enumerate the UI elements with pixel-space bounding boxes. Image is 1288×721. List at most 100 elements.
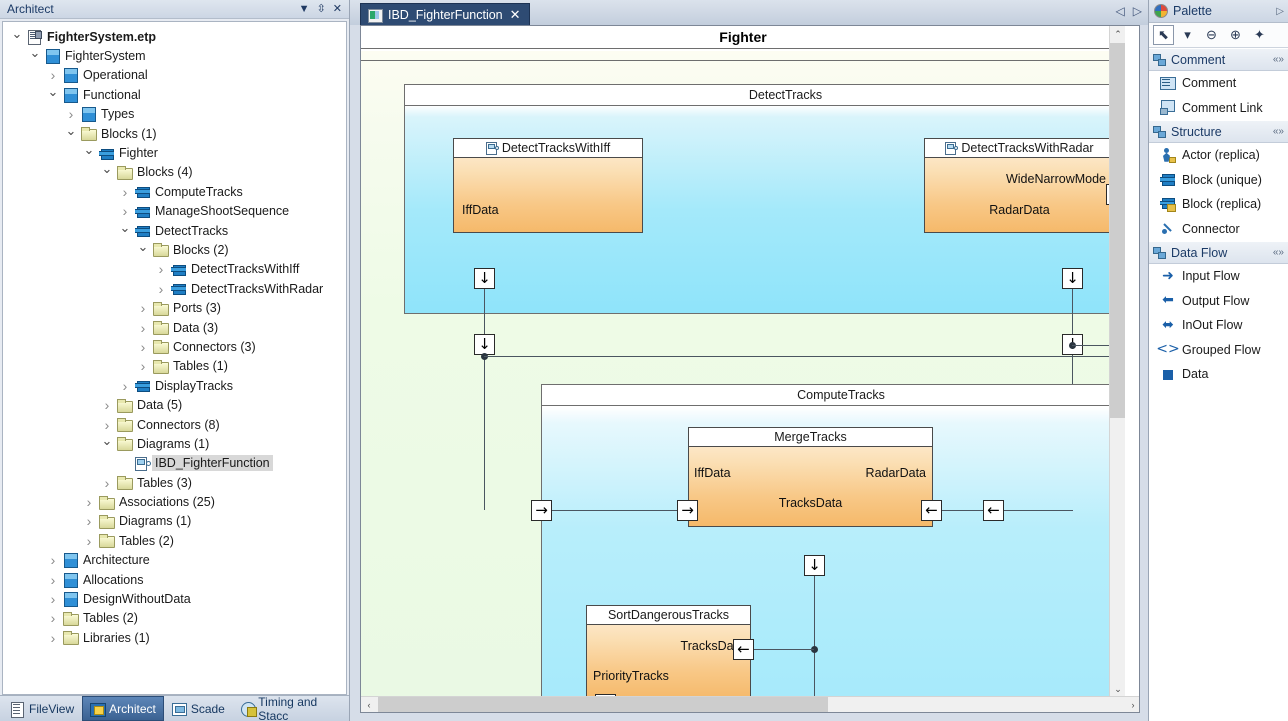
tree-expander-closed-icon[interactable] xyxy=(81,533,97,549)
tab-nav-right-icon[interactable]: ▷ xyxy=(1133,4,1142,18)
tree-item-diagrams-1[interactable]: Diagrams (1) xyxy=(3,512,346,531)
view-tab-scade[interactable]: Scade xyxy=(164,696,233,721)
tree-expander-closed-icon[interactable] xyxy=(117,378,133,394)
palette-item-comment[interactable]: Comment xyxy=(1149,71,1288,96)
tree-expander-closed-icon[interactable] xyxy=(135,339,151,355)
tree-expander-closed-icon[interactable] xyxy=(135,358,151,374)
palette-item-connector[interactable]: Connector xyxy=(1149,217,1288,242)
tree-item-tables-3[interactable]: Tables (3) xyxy=(3,473,346,492)
tree-expander-closed-icon[interactable] xyxy=(117,184,133,200)
tree-expander-open-icon[interactable] xyxy=(81,145,97,161)
palette-section-structure[interactable]: Structure«» xyxy=(1149,120,1288,143)
tree-item-detecttrackswithradar[interactable]: DetectTracksWithRadar xyxy=(3,279,346,298)
tree-expander-open-icon[interactable] xyxy=(45,87,61,103)
port-mergetracks-tracksdata-out[interactable]: ↓ xyxy=(804,555,825,576)
tree-item-tables-2[interactable]: Tables (2) xyxy=(3,609,346,628)
zoom-out-icon[interactable]: ⊖ xyxy=(1201,25,1222,45)
tree-item-manageshootsequence[interactable]: ManageShootSequence xyxy=(3,202,346,221)
tree-expander-closed-icon[interactable] xyxy=(45,591,61,607)
tree-expander-closed-icon[interactable] xyxy=(45,610,61,626)
container-detecttracks[interactable]: DetectTracks DetectTracksWithIff IffData xyxy=(404,84,1125,314)
tree-item-architecture[interactable]: Architecture xyxy=(3,551,346,570)
port-detecttracks-iff-out[interactable]: ↓ xyxy=(474,334,495,355)
tree-expander-closed-icon[interactable] xyxy=(135,300,151,316)
tree-item-allocations[interactable]: Allocations xyxy=(3,570,346,589)
tree-expander-closed-icon[interactable] xyxy=(63,106,79,122)
tree-item-data-5[interactable]: Data (5) xyxy=(3,395,346,414)
view-tab-architect[interactable]: Architect xyxy=(82,696,164,721)
horizontal-scroll-thumb[interactable] xyxy=(378,697,828,712)
port-mergetracks-radardata-in[interactable]: ← xyxy=(921,500,942,521)
scroll-left-icon[interactable]: ‹ xyxy=(361,697,377,712)
panel-close-icon[interactable]: ✕ xyxy=(333,4,342,15)
tree-expander-open-icon[interactable] xyxy=(135,242,151,258)
tree-item-detecttracks[interactable]: DetectTracks xyxy=(3,221,346,240)
port-iffdata-out[interactable]: ↓ xyxy=(474,268,495,289)
tree-item-connectors-3[interactable]: Connectors (3) xyxy=(3,337,346,356)
tree-expander-closed-icon[interactable] xyxy=(45,572,61,588)
tree-item-tables-1[interactable]: Tables (1) xyxy=(3,357,346,376)
canvas-vertical-scrollbar[interactable]: ⌃ ⌄ xyxy=(1109,26,1125,698)
collapse-icon[interactable]: «» xyxy=(1273,126,1284,137)
block-detecttrackswithiff[interactable]: DetectTracksWithIff IffData xyxy=(453,138,643,233)
palette-item-block-unique[interactable]: Block (unique) xyxy=(1149,168,1288,193)
tree-item-fighter[interactable]: Fighter xyxy=(3,143,346,162)
tree-item-blocks-1[interactable]: Blocks (1) xyxy=(3,124,346,143)
tab-nav-left-icon[interactable]: ◁ xyxy=(1116,4,1125,18)
palette-item-data[interactable]: Data xyxy=(1149,362,1288,387)
tree-item-diagrams-1[interactable]: Diagrams (1) xyxy=(3,434,346,453)
tree-expander-closed-icon[interactable] xyxy=(153,261,169,277)
tree-expander-closed-icon[interactable] xyxy=(99,475,115,491)
collapse-icon[interactable]: «» xyxy=(1273,54,1284,65)
tree-expander-open-icon[interactable] xyxy=(99,436,115,452)
tree-item-displaytracks[interactable]: DisplayTracks xyxy=(3,376,346,395)
palette-collapse-icon[interactable]: ▷ xyxy=(1276,6,1284,17)
vertical-scroll-thumb[interactable] xyxy=(1110,43,1125,418)
tree-item-fightersystem[interactable]: FighterSystem xyxy=(3,46,346,65)
tree-item-detecttrackswithiff[interactable]: DetectTracksWithIff xyxy=(3,260,346,279)
tree-item-fightersystem-etp[interactable]: FighterSystem.etp xyxy=(3,27,346,46)
tree-item-blocks-4[interactable]: Blocks (4) xyxy=(3,163,346,182)
tree-item-ibd-fighterfunction[interactable]: IBD_FighterFunction xyxy=(3,454,346,473)
select-dropdown[interactable]: ▾ xyxy=(1177,25,1198,45)
canvas-horizontal-scrollbar[interactable]: ‹ › xyxy=(361,696,1140,712)
tree-expander-closed-icon[interactable] xyxy=(135,320,151,336)
palette-item-inout-flow[interactable]: ⬌InOut Flow xyxy=(1149,313,1288,338)
view-tab-timing-and-stacc[interactable]: Timing and Stacc xyxy=(233,696,349,721)
palette-section-data-flow[interactable]: Data Flow«» xyxy=(1149,241,1288,264)
port-sort-tracksdata-in[interactable]: ← xyxy=(733,639,754,660)
tree-item-types[interactable]: Types xyxy=(3,105,346,124)
tree-expander-open-icon[interactable] xyxy=(99,164,115,180)
tree-item-data-3[interactable]: Data (3) xyxy=(3,318,346,337)
tree-expander-open-icon[interactable] xyxy=(117,223,133,239)
tree-item-associations-25[interactable]: Associations (25) xyxy=(3,492,346,511)
tree-expander-closed-icon[interactable] xyxy=(81,494,97,510)
tree-item-libraries-1[interactable]: Libraries (1) xyxy=(3,628,346,647)
scroll-right-icon[interactable]: › xyxy=(1125,697,1140,712)
collapse-icon[interactable]: «» xyxy=(1273,247,1284,258)
marquee-icon[interactable]: ✦ xyxy=(1249,25,1270,45)
port-computetracks-in-right[interactable]: ← xyxy=(983,500,1004,521)
scroll-up-icon[interactable]: ⌃ xyxy=(1110,26,1125,43)
tree-expander-open-icon[interactable] xyxy=(9,29,25,45)
tree-item-operational[interactable]: Operational xyxy=(3,66,346,85)
close-icon[interactable]: ✕ xyxy=(510,8,521,21)
palette-item-grouped-flow[interactable]: <>Grouped Flow xyxy=(1149,338,1288,363)
tree-expander-closed-icon[interactable] xyxy=(117,203,133,219)
panel-dropdown-icon[interactable]: ▼ xyxy=(299,4,310,15)
palette-item-input-flow[interactable]: ➜Input Flow xyxy=(1149,264,1288,289)
tree-item-functional[interactable]: Functional xyxy=(3,85,346,104)
block-mergetracks[interactable]: MergeTracks IffData RadarData TracksData xyxy=(688,427,933,527)
tree-item-tables-2[interactable]: Tables (2) xyxy=(3,531,346,550)
project-tree-container[interactable]: FighterSystem.etpFighterSystemOperationa… xyxy=(2,21,347,695)
tree-item-blocks-2[interactable]: Blocks (2) xyxy=(3,240,346,259)
container-computetracks[interactable]: ComputeTracks MergeTracks IffData RadarD… xyxy=(541,384,1125,698)
tree-expander-closed-icon[interactable] xyxy=(45,552,61,568)
panel-pin-icon[interactable]: ⇳ xyxy=(317,4,326,15)
tree-item-designwithoutdata[interactable]: DesignWithoutData xyxy=(3,589,346,608)
view-tab-fileview[interactable]: FileView xyxy=(2,696,82,721)
tree-expander-closed-icon[interactable] xyxy=(99,397,115,413)
tree-expander-closed-icon[interactable] xyxy=(81,513,97,529)
palette-item-comment-link[interactable]: Comment Link xyxy=(1149,96,1288,121)
tree-expander-closed-icon[interactable] xyxy=(45,67,61,83)
